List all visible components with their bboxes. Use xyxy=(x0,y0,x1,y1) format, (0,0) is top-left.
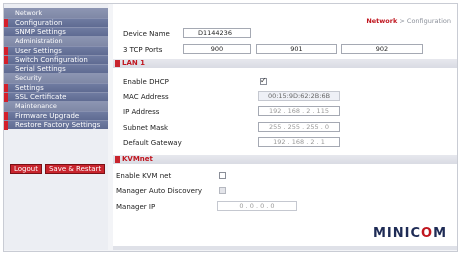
section-marker xyxy=(115,156,120,163)
sidebar-item-serial-settings[interactable]: Serial Settings xyxy=(4,64,108,73)
logo-text-end: M xyxy=(433,226,447,241)
enable-kvmnet-checkbox[interactable] xyxy=(219,172,226,179)
default-gateway-label: Default Gateway xyxy=(123,139,182,147)
nav-section-network: Network xyxy=(4,8,108,18)
enable-dhcp-checkbox[interactable] xyxy=(260,76,267,85)
sidebar-nav: Network Configuration SNMP Settings Admi… xyxy=(4,8,108,130)
subnet-mask-label: Subnet Mask xyxy=(123,124,169,132)
breadcrumb-separator: > xyxy=(399,17,405,25)
section-marker xyxy=(115,60,120,67)
save-restart-button[interactable]: Save & Restart xyxy=(44,164,106,174)
sidebar-item-label: Settings xyxy=(15,84,44,92)
section-title: KVMnet xyxy=(122,155,153,163)
tcp-ports-label: 3 TCP Ports xyxy=(123,46,163,54)
nav-section-maintenance: Maintenance xyxy=(4,101,108,111)
sidebar-item-label: Serial Settings xyxy=(15,65,66,73)
default-gateway-input[interactable]: 192 . 168 . 2 . 1 xyxy=(258,137,340,147)
logo-text-o: O xyxy=(421,226,434,241)
manager-auto-discovery-checkbox[interactable] xyxy=(219,187,226,194)
sidebar-actions: Logout Save & Restart xyxy=(10,164,106,174)
sidebar-item-label: User Settings xyxy=(15,47,62,55)
logout-button[interactable]: Logout xyxy=(10,164,42,174)
manager-auto-discovery-label: Manager Auto Discovery xyxy=(116,187,202,195)
sidebar-item-label: SSL Certificate xyxy=(15,93,67,101)
ip-address-label: IP Address xyxy=(123,108,160,116)
section-title: LAN 1 xyxy=(122,59,146,67)
enable-dhcp-label: Enable DHCP xyxy=(123,78,169,86)
section-header-kvmnet: KVMnet xyxy=(113,155,457,164)
sidebar-item-firmware-upgrade[interactable]: Firmware Upgrade xyxy=(4,111,108,121)
sidebar-item-label: Configuration xyxy=(15,19,63,27)
sidebar-item-security-settings[interactable]: Settings xyxy=(4,83,108,93)
sidebar-item-label: SNMP Settings xyxy=(15,28,66,36)
sidebar-item-label: Firmware Upgrade xyxy=(15,112,80,120)
mac-address-label: MAC Address xyxy=(123,93,169,101)
minicom-logo: MINICOM xyxy=(373,226,447,241)
sidebar-item-user-settings[interactable]: User Settings xyxy=(4,46,108,56)
ip-address-input[interactable]: 192 . 168 . 2 . 115 xyxy=(258,106,340,116)
manager-ip-label: Manager IP xyxy=(116,203,156,211)
tcp-port-2-input[interactable]: 901 xyxy=(256,44,337,54)
sidebar-item-ssl-certificate[interactable]: SSL Certificate xyxy=(4,92,108,102)
breadcrumb: Network > Configuration xyxy=(366,17,451,25)
subnet-mask-input[interactable]: 255 . 255 . 255 . 0 xyxy=(258,122,340,132)
item-marker xyxy=(4,121,8,130)
mac-address-value: 00:15:9D:62:2B:6B xyxy=(258,91,340,101)
device-name-input[interactable]: D1144236 xyxy=(183,28,251,38)
breadcrumb-section[interactable]: Network xyxy=(366,17,397,25)
main-content: Network > Configuration Device Name D114… xyxy=(113,4,457,250)
nav-section-administration: Administration xyxy=(4,36,108,46)
sidebar-item-configuration[interactable]: Configuration xyxy=(4,18,108,28)
tcp-port-3-input[interactable]: 902 xyxy=(341,44,423,54)
sidebar-item-label: Switch Configuration xyxy=(15,56,88,64)
breadcrumb-page: Configuration xyxy=(406,17,451,25)
device-name-label: Device Name xyxy=(123,30,170,38)
logo-text-start: MINIC xyxy=(372,226,421,241)
item-marker xyxy=(4,93,8,102)
enable-kvmnet-label: Enable KVM net xyxy=(116,172,172,180)
tcp-port-1-input[interactable]: 900 xyxy=(183,44,251,54)
nav-section-security: Security xyxy=(4,73,108,83)
sidebar-item-restore-factory-settings[interactable]: Restore Factory Settings xyxy=(4,120,108,130)
sidebar-item-label: Restore Factory Settings xyxy=(15,121,101,129)
section-header-lan: LAN 1 xyxy=(113,59,457,68)
manager-ip-input[interactable]: 0 . 0 . 0 . 0 xyxy=(217,201,297,211)
footer-divider xyxy=(113,246,457,250)
sidebar-item-switch-configuration[interactable]: Switch Configuration xyxy=(4,55,108,65)
sidebar-item-snmp-settings[interactable]: SNMP Settings xyxy=(4,27,108,36)
